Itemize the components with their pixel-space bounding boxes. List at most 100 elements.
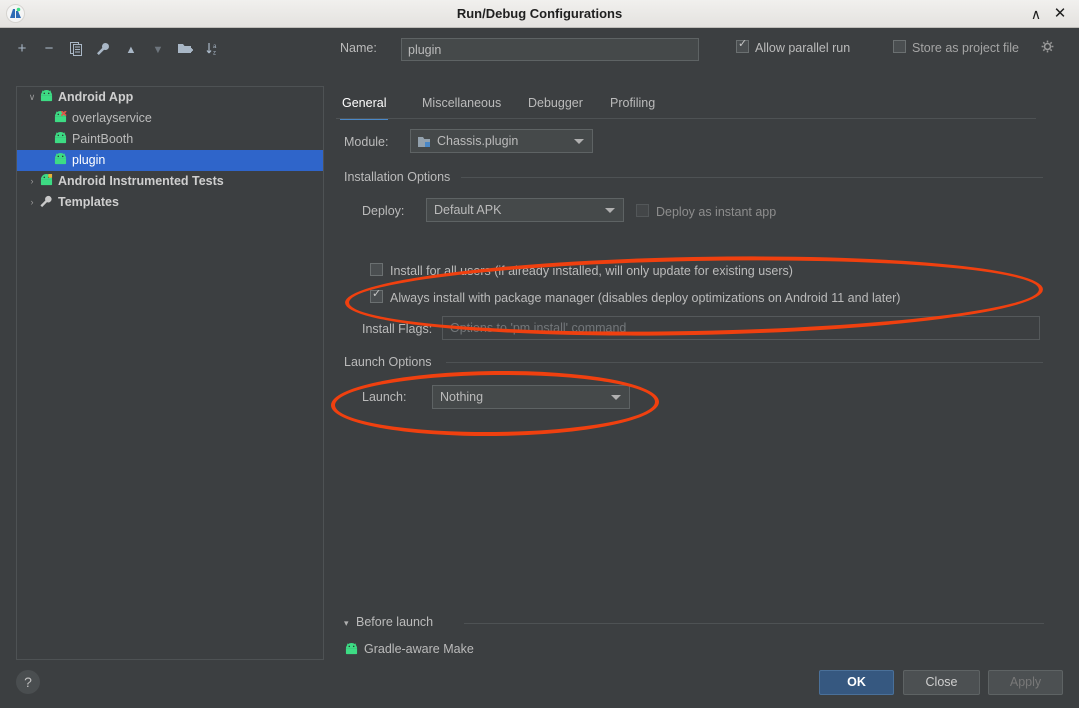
checkbox-icon [370,263,383,276]
wrench-icon [96,42,110,56]
configuration-tabs: General Miscellaneous Debugger Profiling [336,90,1036,120]
deploy-dropdown[interactable]: Default APK [426,198,624,222]
launch-dropdown[interactable]: Nothing [432,385,630,409]
tabs-divider [336,118,1036,119]
copy-configuration-button[interactable] [66,38,86,60]
tree-item-label: overlayservice [69,108,152,129]
tree-item-plugin[interactable]: plugin [17,150,323,171]
name-input[interactable] [401,38,699,61]
chevron-down-icon [611,395,621,400]
remove-configuration-button[interactable]: − [39,38,59,60]
launch-options-header: Launch Options [344,355,432,369]
before-launch-label: Before launch [356,615,433,629]
checkbox-icon [736,40,749,53]
checkbox-icon [636,204,649,217]
window-title-bar: Run/Debug Configurations ∧ ✕ [0,0,1079,28]
chevron-down-icon [605,208,615,213]
always-install-with-package-manager-label: Always install with package manager (dis… [383,291,900,305]
disclosure-arrow-icon[interactable]: ∨ [25,87,39,108]
installation-options-divider [461,177,1043,178]
before-launch-divider [464,623,1044,624]
module-label: Module: [344,135,388,149]
help-button[interactable]: ? [16,670,40,694]
svg-text:z: z [213,51,216,57]
install-flags-label: Install Flags: [362,322,432,336]
new-folder-button[interactable] [176,38,196,60]
tree-item-overlayservice[interactable]: overlayservice [17,108,323,129]
always-install-with-package-manager-checkbox[interactable]: Always install with package manager (dis… [370,290,900,305]
tab-debugger[interactable]: Debugger [526,90,585,118]
launch-value: Nothing [440,390,483,404]
move-up-button[interactable]: ▲ [121,38,141,60]
chevron-down-icon [574,139,584,144]
deploy-value: Default APK [434,203,501,217]
allow-parallel-run-checkbox[interactable]: Allow parallel run [736,40,850,55]
tab-profiling[interactable]: Profiling [608,90,657,118]
tab-miscellaneous[interactable]: Miscellaneous [420,90,503,118]
install-flags-input[interactable] [442,316,1040,340]
deploy-label: Deploy: [362,204,404,218]
svg-text:a: a [213,44,217,50]
tree-item-android-app[interactable]: ∨ Android App [17,87,323,108]
configurations-tree[interactable]: ∨ Android App overlayservice PaintBooth [16,86,324,660]
arrow-down-icon: ▼ [153,44,164,56]
name-label: Name: [340,41,377,55]
android-icon [53,152,69,168]
before-launch-header[interactable]: ▾Before launch [344,615,433,629]
module-value: Chassis.plugin [437,134,518,148]
configuration-editor-pane: Name: Allow parallel run Store as projec… [336,28,1079,680]
tree-item-label: Android Instrumented Tests [55,171,224,192]
plus-icon: + [18,40,27,57]
android-icon [344,641,360,657]
minimize-icon[interactable]: ∧ [1025,0,1047,28]
sort-alphabetically-button[interactable]: a z [203,38,223,60]
before-launch-item-label: Gradle-aware Make [364,642,474,656]
android-icon [53,110,69,126]
arrow-up-icon: ▲ [126,44,137,56]
add-configuration-button[interactable]: + [12,38,32,60]
deploy-as-instant-app-checkbox[interactable]: Deploy as instant app [636,204,776,219]
installation-options-header: Installation Options [344,170,450,184]
allow-parallel-run-label: Allow parallel run [749,41,850,55]
module-dropdown[interactable]: Chassis.plugin [410,129,593,153]
chevron-down-icon: ▾ [344,618,356,629]
ok-button[interactable]: OK [819,670,894,695]
store-as-project-file-settings-button[interactable] [1041,40,1055,57]
close-button[interactable]: Close [903,670,980,695]
copy-icon [70,42,83,56]
android-test-icon [39,173,55,189]
store-as-project-file-checkbox[interactable]: Store as project file [893,40,1019,55]
close-icon[interactable]: ✕ [1049,0,1071,28]
folder-add-icon [178,42,194,56]
install-for-all-users-checkbox[interactable]: Install for all users (if already instal… [370,263,793,278]
launch-options-divider [446,362,1043,363]
store-as-project-file-label: Store as project file [906,41,1019,55]
move-down-button[interactable]: ▼ [148,38,168,60]
android-icon [53,131,69,147]
tree-item-android-instrumented-tests[interactable]: › Android Instrumented Tests [17,171,323,192]
disclosure-arrow-icon[interactable]: › [25,171,39,192]
disclosure-arrow-icon[interactable]: › [25,192,39,213]
run-debug-configurations-dialog: + − ▲ ▼ [0,28,1079,680]
tree-item-label: plugin [69,150,105,171]
module-icon [418,134,433,147]
sort-az-icon: a z [206,42,220,56]
wrench-icon [39,194,55,210]
tree-item-label: Android App [55,87,133,108]
android-icon [39,89,55,105]
tab-general[interactable]: General [340,90,388,120]
edit-templates-button[interactable] [93,38,113,60]
apply-button[interactable]: Apply [988,670,1063,695]
tree-item-templates[interactable]: › Templates [17,192,323,213]
checkbox-icon [893,40,906,53]
deploy-as-instant-app-label: Deploy as instant app [649,205,776,219]
minus-icon: − [45,40,54,57]
tree-item-label: PaintBooth [69,129,133,150]
tree-item-paintbooth[interactable]: PaintBooth [17,129,323,150]
before-launch-item-gradle-aware-make[interactable]: Gradle-aware Make [336,638,1044,660]
launch-label: Launch: [362,390,406,404]
window-title: Run/Debug Configurations [0,0,1079,28]
gear-icon [1041,40,1055,54]
install-for-all-users-label: Install for all users (if already instal… [383,264,793,278]
dialog-button-bar: ? OK Close Apply [0,668,1079,708]
